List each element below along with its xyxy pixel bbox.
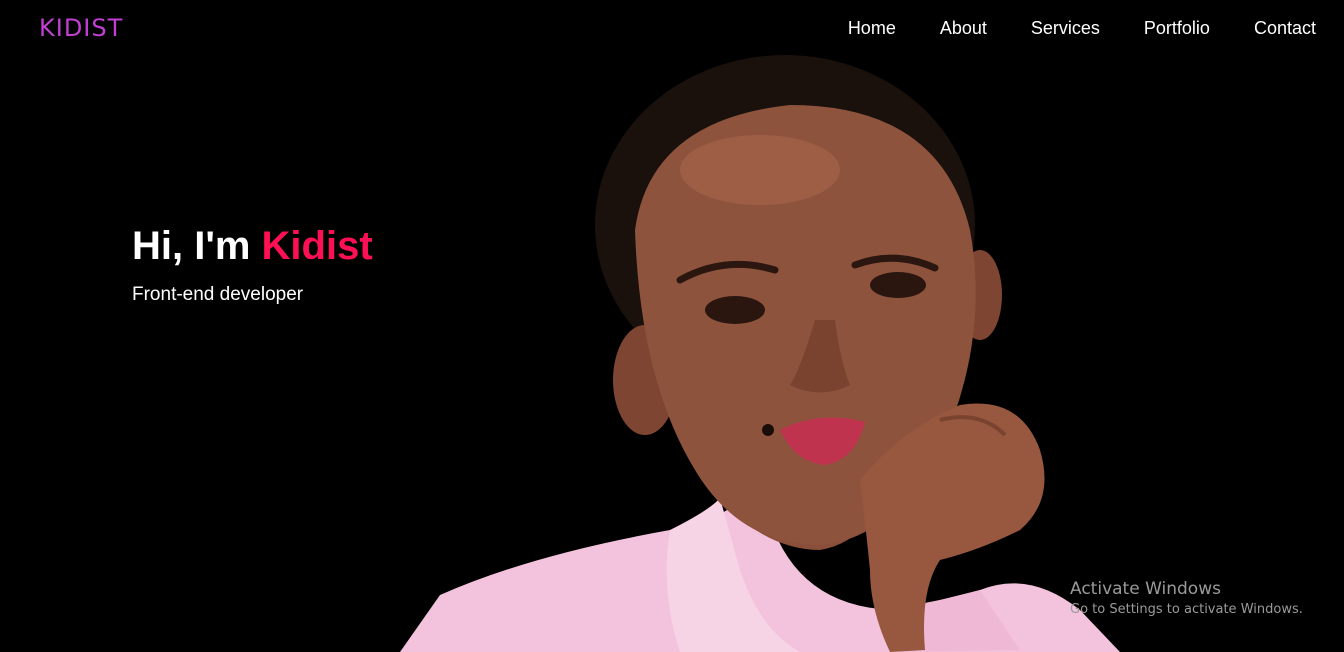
mole-shape [762,424,774,436]
nav-portfolio-link[interactable]: Portfolio [1144,17,1210,39]
watermark-subtitle: Go to Settings to activate Windows. [1070,602,1303,617]
nav-about-link[interactable]: About [940,17,987,39]
site-logo[interactable]: KIDIST [39,14,123,42]
main-nav: Home About Services Portfolio Contact [848,17,1316,39]
nav-contact-link[interactable]: Contact [1254,17,1316,39]
eye-right-shape [870,272,926,298]
profile-photo [400,55,1120,652]
nav-home-link[interactable]: Home [848,17,896,39]
hero-intro: Hi, I'm Kidist Front-end developer [132,222,373,306]
watermark-title: Activate Windows [1070,579,1221,599]
hero-greeting: Hi, I'm [132,224,262,268]
hero-name: Kidist [261,224,373,268]
hero-heading: Hi, I'm Kidist [132,222,373,270]
windows-activation-watermark: Activate Windows Go to Settings to activ… [1070,578,1303,620]
forehead-highlight-shape [680,135,840,205]
hero-subtitle: Front-end developer [132,284,304,305]
eye-left-shape [705,296,765,324]
nav-services-link[interactable]: Services [1031,17,1100,39]
